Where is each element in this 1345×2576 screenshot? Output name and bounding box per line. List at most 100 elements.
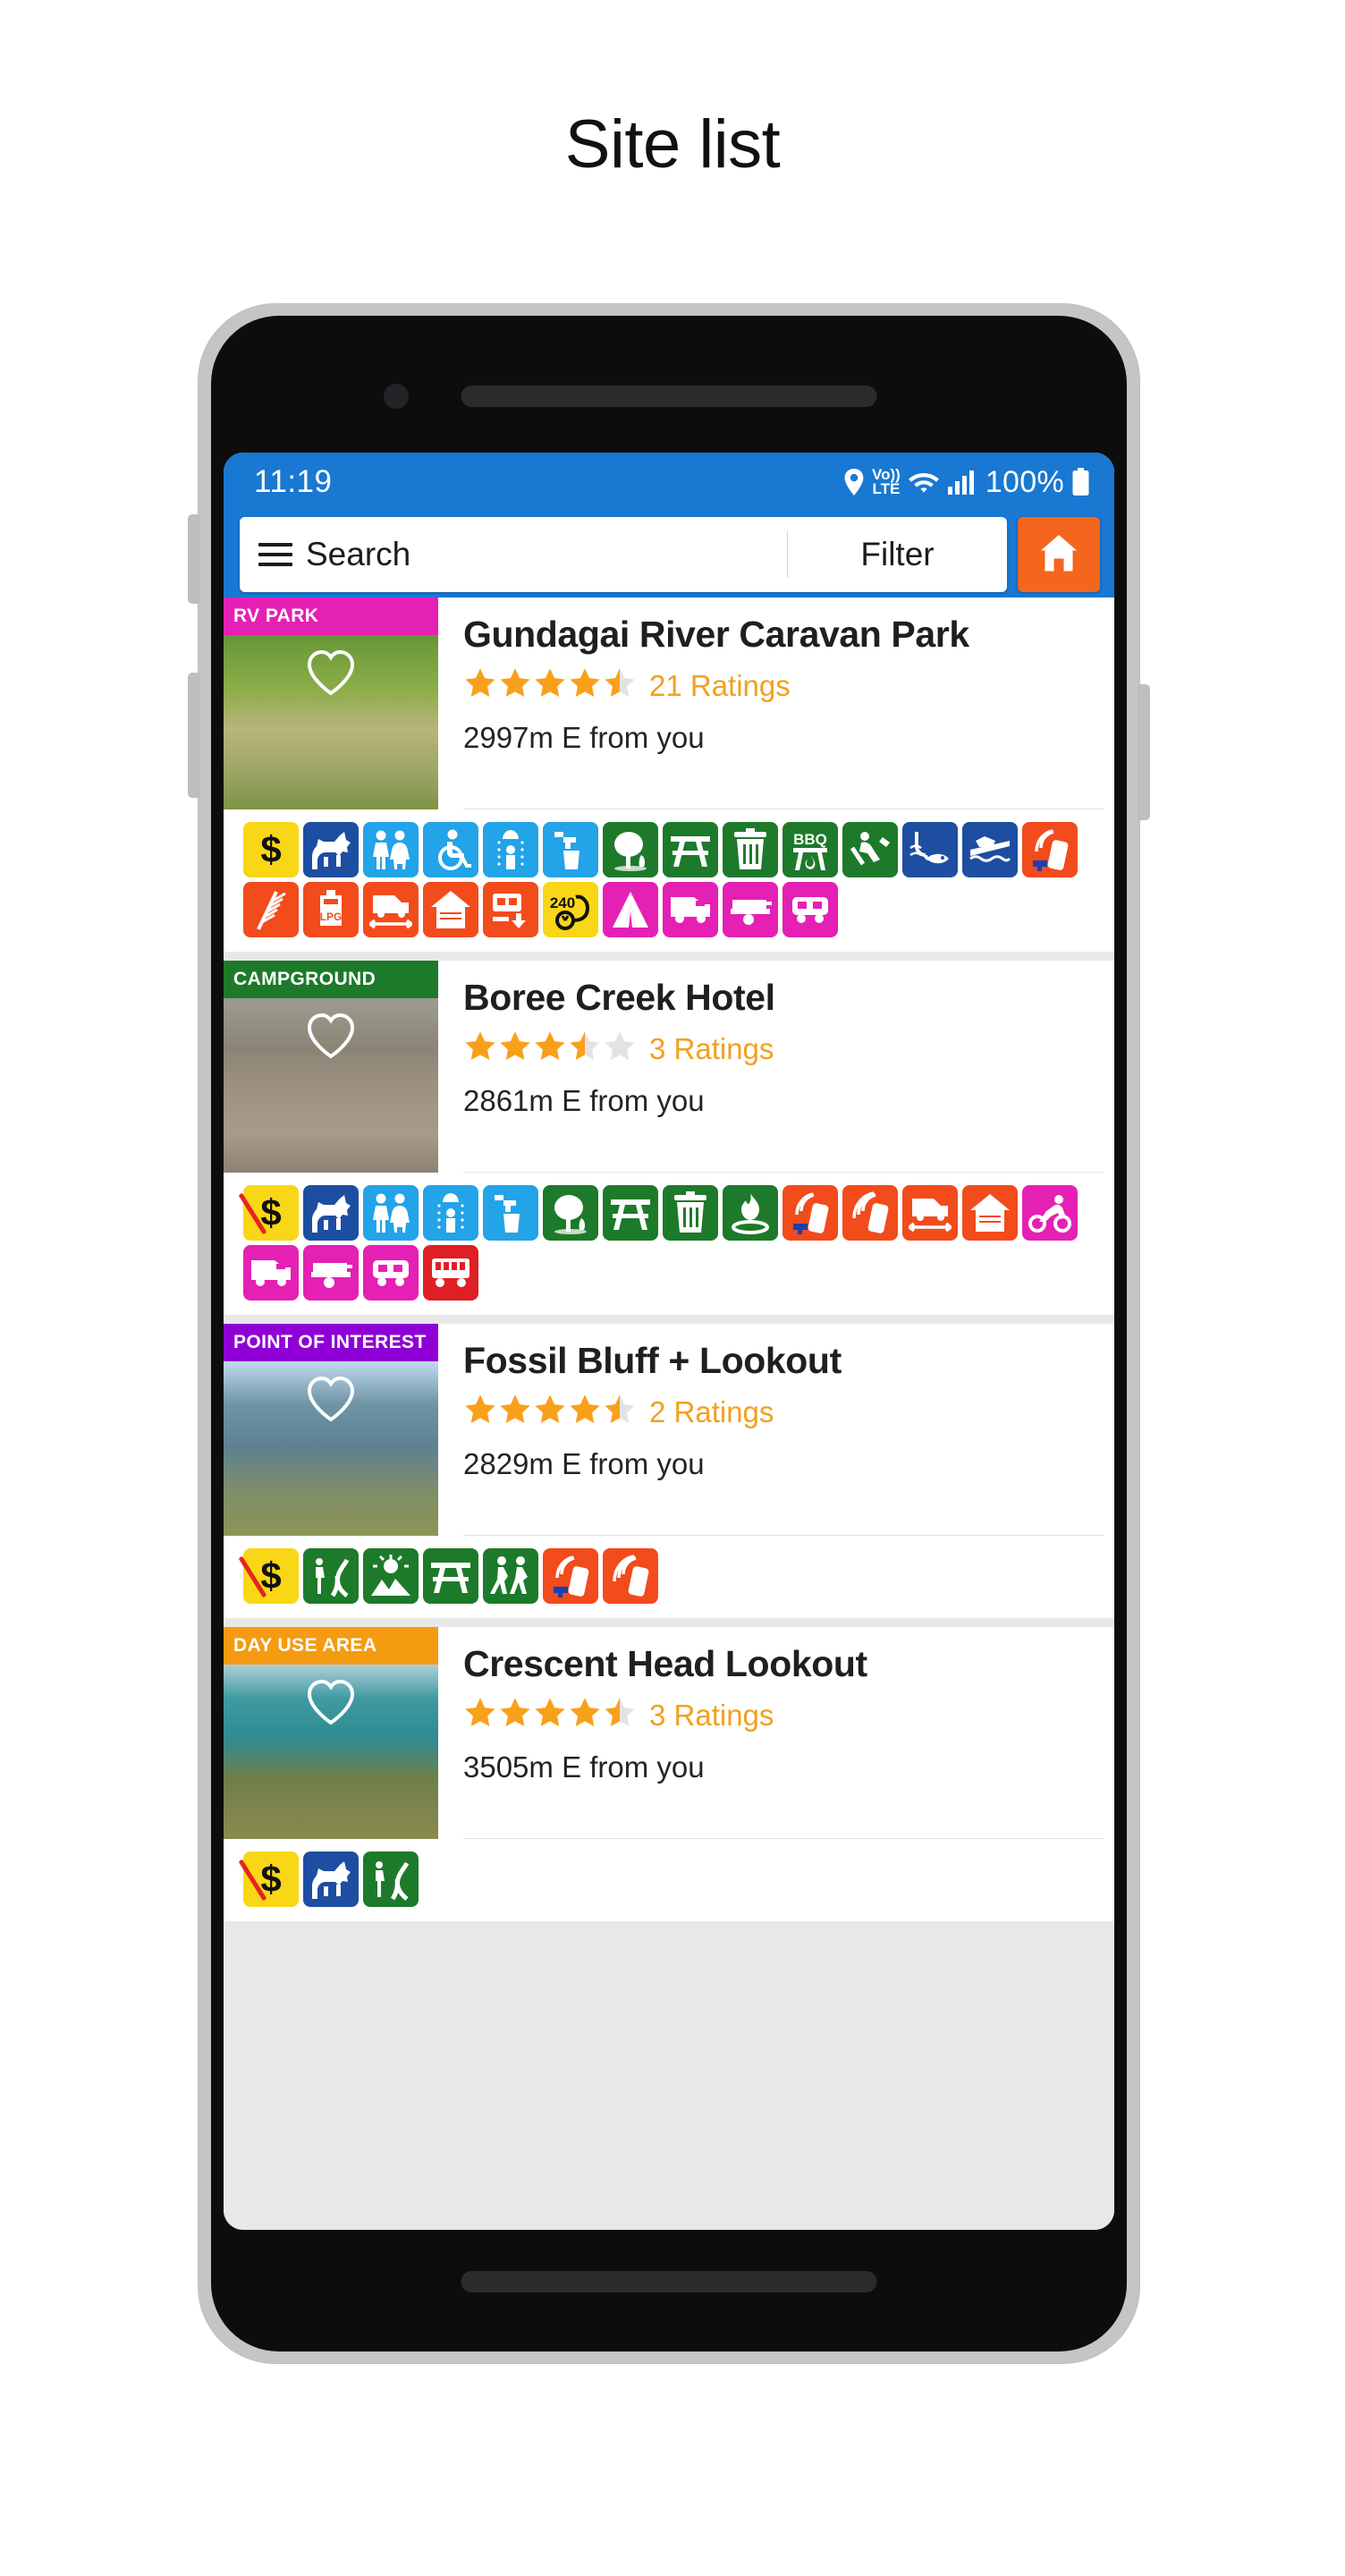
drinking-water-icon[interactable]	[483, 1185, 538, 1241]
site-card-header[interactable]: DAY USE AREA Crescent Head Lookout 3 Ratin…	[224, 1627, 1114, 1839]
amenity-list: $	[224, 1536, 1114, 1618]
site-thumbnail[interactable]: DAY USE AREA	[224, 1627, 438, 1839]
site-name: Gundagai River Caravan Park	[463, 614, 969, 655]
telstra-mobile-icon[interactable]	[543, 1548, 598, 1604]
tv-antenna-icon[interactable]	[243, 882, 299, 937]
rubbish-bin-icon[interactable]	[663, 1185, 718, 1241]
star-icon	[603, 1696, 637, 1734]
picnic-table-icon[interactable]	[603, 1185, 658, 1241]
star-icon	[533, 1030, 567, 1068]
volume-down-button[interactable]	[188, 673, 200, 798]
star-icon	[498, 1030, 532, 1068]
scenic-view-icon[interactable]	[363, 1548, 419, 1604]
campervan-icon[interactable]	[663, 882, 718, 937]
dog-icon[interactable]	[303, 822, 359, 877]
site-category-badge: RV PARK	[224, 597, 438, 635]
favourite-heart-icon[interactable]	[306, 1013, 356, 1063]
site-thumbnail[interactable]: RV PARK	[224, 597, 438, 809]
search-box[interactable]: Search Filter	[240, 517, 1007, 592]
star-icon	[463, 1030, 497, 1068]
rubbish-bin-icon[interactable]	[723, 822, 778, 877]
cabin-icon[interactable]	[423, 882, 478, 937]
site-card-header[interactable]: CAMPGROUND Boree Creek Hotel 3 Ratings 2861…	[224, 961, 1114, 1173]
wheelchair-icon[interactable]	[423, 822, 478, 877]
site-distance: 3505m E from you	[463, 1750, 705, 1784]
power-240v-icon[interactable]: 240	[543, 882, 598, 937]
site-details: Gundagai River Caravan Park 21 Ratings 299…	[438, 597, 1114, 809]
camper-trailer-icon[interactable]	[303, 1245, 359, 1301]
mobile-signal-icon[interactable]	[603, 1548, 658, 1604]
free-icon[interactable]: $	[238, 1548, 299, 1604]
star-icon	[603, 666, 637, 705]
site-rating: 3 Ratings	[463, 1696, 1091, 1734]
star-icon	[498, 1393, 532, 1431]
site-thumbnail[interactable]: POINT OF INTEREST	[224, 1324, 438, 1536]
location-pin-icon	[844, 469, 864, 496]
favourite-heart-icon[interactable]	[306, 1679, 356, 1730]
bbq-icon[interactable]: BBQ	[782, 822, 838, 877]
motorbike-icon[interactable]	[1022, 1185, 1078, 1241]
hamburger-menu-icon[interactable]	[240, 543, 306, 566]
site-card[interactable]: RV PARK Gundagai River Caravan Park 21 Rat…	[224, 597, 1114, 952]
amenity-list: $	[224, 1173, 1114, 1315]
lpg-icon[interactable]: LPG	[303, 882, 359, 937]
scenic-drive-icon[interactable]	[303, 1548, 359, 1604]
volume-up-button[interactable]	[188, 514, 200, 604]
picnic-table-icon[interactable]	[423, 1548, 478, 1604]
tent-icon[interactable]	[603, 882, 658, 937]
power-button[interactable]	[1138, 684, 1150, 820]
site-card[interactable]: POINT OF INTEREST Fossil Bluff + Lookout 2…	[224, 1324, 1114, 1618]
star-icon	[498, 1696, 532, 1734]
site-card[interactable]: CAMPGROUND Boree Creek Hotel 3 Ratings 2861…	[224, 961, 1114, 1315]
site-thumbnail[interactable]: CAMPGROUND	[224, 961, 438, 1173]
scenic-drive-icon[interactable]	[363, 1852, 419, 1907]
caravan-icon[interactable]	[363, 1245, 419, 1301]
campervan-icon[interactable]	[243, 1245, 299, 1301]
shower-icon[interactable]	[483, 822, 538, 877]
volte-icon: Vo)) LTE	[872, 466, 901, 497]
caravan-icon[interactable]	[782, 882, 838, 937]
free-icon[interactable]: $	[238, 1852, 299, 1907]
kayak-icon[interactable]	[842, 822, 898, 877]
star-icon	[498, 666, 532, 705]
filter-button[interactable]: Filter	[788, 536, 1007, 573]
favourite-heart-icon[interactable]	[306, 649, 356, 700]
campfire-icon[interactable]	[723, 1185, 778, 1241]
shower-icon[interactable]	[423, 1185, 478, 1241]
site-card-header[interactable]: POINT OF INTEREST Fossil Bluff + Lookout 2…	[224, 1324, 1114, 1536]
fishing-icon[interactable]	[902, 822, 958, 877]
dog-icon[interactable]	[303, 1852, 359, 1907]
free-icon[interactable]: $	[238, 1185, 299, 1241]
tree-icon[interactable]	[603, 822, 658, 877]
picnic-table-icon[interactable]	[663, 822, 718, 877]
site-details: Boree Creek Hotel 3 Ratings 2861m E from y…	[438, 961, 1114, 1173]
drinking-water-icon[interactable]	[543, 822, 598, 877]
cabin-icon[interactable]	[962, 1185, 1018, 1241]
dollar-icon[interactable]: $	[243, 822, 299, 877]
rv-length-icon[interactable]	[363, 882, 419, 937]
front-camera-icon	[384, 384, 409, 409]
favourite-heart-icon[interactable]	[306, 1376, 356, 1427]
rv-length-icon[interactable]	[902, 1185, 958, 1241]
search-input[interactable]: Search	[306, 536, 787, 573]
mobile-signal-icon[interactable]	[842, 1185, 898, 1241]
site-card[interactable]: DAY USE AREA Crescent Head Lookout 3 Ratin…	[224, 1627, 1114, 1921]
battery-percent: 100%	[985, 464, 1064, 499]
bus-icon[interactable]	[423, 1245, 478, 1301]
site-distance: 2861m E from you	[463, 1084, 705, 1117]
dog-icon[interactable]	[303, 1185, 359, 1241]
camper-trailer-icon[interactable]	[723, 882, 778, 937]
home-button[interactable]	[1018, 517, 1100, 592]
search-toolbar: Search Filter	[224, 512, 1114, 597]
site-card-header[interactable]: RV PARK Gundagai River Caravan Park 21 Rat…	[224, 597, 1114, 809]
toilets-icon[interactable]	[363, 1185, 419, 1241]
toilets-icon[interactable]	[363, 822, 419, 877]
walking-track-icon[interactable]	[483, 1548, 538, 1604]
telstra-mobile-icon[interactable]	[1022, 822, 1078, 877]
dump-point-icon[interactable]	[483, 882, 538, 937]
telstra-mobile-icon[interactable]	[782, 1185, 838, 1241]
boat-ramp-icon[interactable]	[962, 822, 1018, 877]
tree-icon[interactable]	[543, 1185, 598, 1241]
site-name: Crescent Head Lookout	[463, 1643, 867, 1684]
site-list[interactable]: RV PARK Gundagai River Caravan Park 21 Rat…	[224, 597, 1114, 2230]
